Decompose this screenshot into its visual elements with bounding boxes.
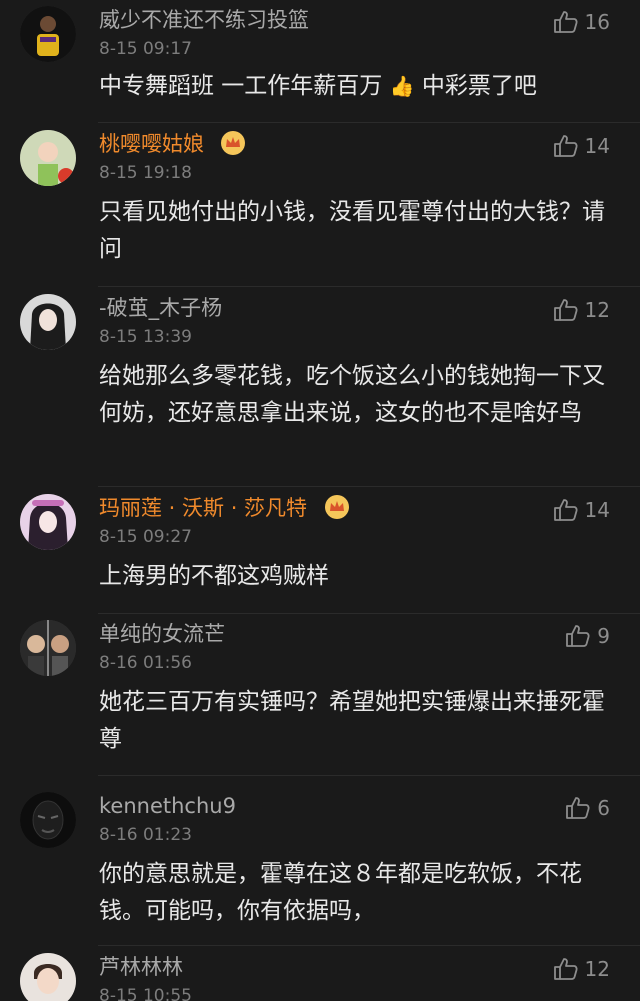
timestamp: 8-15 09:17 [99,39,192,59]
divider [98,486,640,487]
comment-item: 威少不准还不练习投篮 8-15 09:17 中专舞蹈班 一工作年薪百万 👍 中彩… [0,0,640,123]
crown-icon [324,494,350,520]
comment-feed: 威少不准还不练习投篮 8-15 09:17 中专舞蹈班 一工作年薪百万 👍 中彩… [0,0,640,1001]
avatar[interactable] [20,620,76,676]
timestamp: 8-16 01:56 [99,653,192,673]
comment-text: 她花三百万有实锤吗？希望她把实锤爆出来捶死霍尊 [99,689,605,752]
divider [98,775,640,776]
timestamp: 8-15 13:39 [99,327,192,347]
like-button[interactable]: 12 [553,955,610,983]
thumbs-up-icon [553,133,579,159]
username[interactable]: 芦林林林 [99,953,183,981]
avatar[interactable] [20,494,76,550]
avatar[interactable] [20,953,76,1001]
like-button[interactable]: 12 [553,296,610,324]
comment-item: 桃嘤嘤姑娘 8-15 19:18 只看见她付出的小钱，没看见霍尊付出的大钱？请问… [0,124,640,287]
comment-item: -破茧_木子杨 8-15 13:39 给她那么多零花钱，吃个饭这么小的钱她掏一下… [0,288,640,487]
comment-text: 中专舞蹈班 一工作年薪百万 👍 中彩票了吧 [99,68,609,105]
comment-item: 单纯的女流芒 8-16 01:56 她花三百万有实锤吗？希望她把实锤爆出来捶死霍… [0,614,640,776]
divider [98,122,640,123]
comment-item: kennethchu9 8-16 01:23 你的意思就是，霍尊在这８年都是吃软… [0,786,640,946]
comment-text: 上海男的不都这鸡贼样 [99,563,329,589]
like-button[interactable]: 14 [553,496,610,524]
timestamp: 8-15 19:18 [99,163,192,183]
thumbs-up-icon [553,9,579,35]
timestamp: 8-15 09:27 [99,527,192,547]
avatar[interactable] [20,792,76,848]
like-count: 14 [584,134,610,158]
divider [98,286,640,287]
avatar[interactable] [20,130,76,186]
like-count: 14 [584,498,610,522]
avatar[interactable] [20,6,76,62]
username[interactable]: -破茧_木子杨 [99,294,222,322]
like-count: 6 [597,796,610,820]
thumbs-up-emoji: 👍 [389,74,415,98]
comment-text: 给她那么多零花钱，吃个饭这么小的钱她掏一下又何妨，还好意思拿出来说，这女的也不是… [99,363,605,426]
thumbs-up-icon [565,623,591,649]
thumbs-up-icon [553,956,579,982]
timestamp: 8-16 01:23 [99,825,192,845]
like-button[interactable]: 6 [565,794,610,822]
like-count: 12 [584,957,610,981]
username[interactable]: 桃嘤嘤姑娘 [99,130,204,158]
username[interactable]: 威少不准还不练习投篮 [99,6,309,34]
comment-text: 只看见她付出的小钱，没看见霍尊付出的大钱？请问 [99,199,605,262]
comment-item: 玛丽莲 · 沃斯 · 莎凡特 8-15 09:27 上海男的不都这鸡贼样 14 [0,488,640,614]
timestamp: 8-15 10:55 [99,986,192,1001]
like-button[interactable]: 14 [553,132,610,160]
username[interactable]: 玛丽莲 · 沃斯 · 莎凡特 [99,494,307,522]
comment-text: 你的意思就是，霍尊在这８年都是吃软饭，不花钱。可能吗，你有依据吗， [99,861,582,924]
avatar[interactable] [20,294,76,350]
username[interactable]: 单纯的女流芒 [99,620,225,648]
thumbs-up-icon [553,297,579,323]
like-button[interactable]: 16 [553,8,610,36]
divider [98,945,640,946]
like-count: 12 [584,298,610,322]
thumbs-up-icon [553,497,579,523]
username[interactable]: kennethchu9 [99,792,236,820]
like-button[interactable]: 9 [565,622,610,650]
like-count: 9 [597,624,610,648]
like-count: 16 [584,10,610,34]
comment-item: 芦林林林 8-15 10:55 12 [0,947,640,1001]
crown-icon [220,130,246,156]
thumbs-up-icon [565,795,591,821]
